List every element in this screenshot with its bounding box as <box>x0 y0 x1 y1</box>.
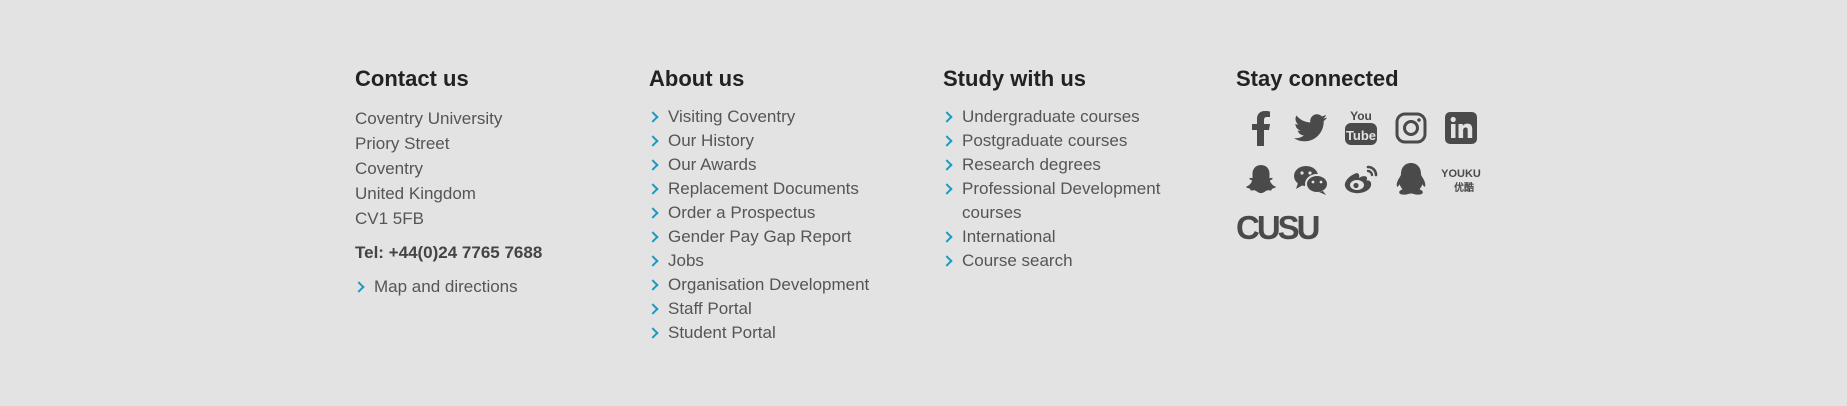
about-heading: About us <box>649 66 745 91</box>
facebook-icon[interactable] <box>1236 106 1286 150</box>
study-link-research-degrees[interactable]: Research degrees <box>941 153 1213 177</box>
chevron-right-icon <box>647 135 659 147</box>
address-line: Coventry <box>355 159 424 178</box>
address-line: Coventry University <box>355 109 503 128</box>
svg-text:Tube: Tube <box>1346 128 1376 143</box>
study-link-undergraduate[interactable]: Undergraduate courses <box>941 105 1213 129</box>
link-label[interactable]: Replacement Documents <box>668 179 859 198</box>
about-link-our-history[interactable]: Our History <box>647 129 919 153</box>
study-link-professional-development[interactable]: Professional Development courses <box>941 177 1192 225</box>
link-label[interactable]: Visiting Coventry <box>668 107 795 126</box>
about-link-jobs[interactable]: Jobs <box>647 249 919 273</box>
qq-icon[interactable] <box>1386 158 1436 202</box>
chevron-right-icon <box>941 135 953 147</box>
study-column: Study with us Undergraduate courses Post… <box>941 66 1213 273</box>
chevron-right-icon <box>647 159 659 171</box>
map-directions-link[interactable]: Map and directions <box>353 275 625 299</box>
about-link-our-awards[interactable]: Our Awards <box>647 153 919 177</box>
link-label[interactable]: Professional Development courses <box>962 179 1160 222</box>
about-link-gender-pay-gap[interactable]: Gender Pay Gap Report <box>647 225 919 249</box>
about-link-replacement-documents[interactable]: Replacement Documents <box>647 177 919 201</box>
chevron-right-icon <box>647 231 659 243</box>
link-label[interactable]: Organisation Development <box>668 275 869 294</box>
link-label[interactable]: Student Portal <box>668 323 776 342</box>
contact-column: Contact us Coventry University Priory St… <box>353 66 625 299</box>
link-label[interactable]: Jobs <box>668 251 704 270</box>
link-label[interactable]: Course search <box>962 251 1073 270</box>
about-link-staff-portal[interactable]: Staff Portal <box>647 297 919 321</box>
about-link-order-prospectus[interactable]: Order a Prospectus <box>647 201 919 225</box>
chevron-right-icon <box>941 255 953 267</box>
telephone-number: Tel: +44(0)24 7765 7688 <box>355 243 543 262</box>
site-footer: Contact us Coventry University Priory St… <box>0 0 1847 406</box>
svg-text:YOUKU: YOUKU <box>1441 168 1481 180</box>
youtube-icon[interactable]: You Tube <box>1336 106 1386 150</box>
about-link-student-portal[interactable]: Student Portal <box>647 321 919 345</box>
study-links: Undergraduate courses Postgraduate cours… <box>941 105 1213 273</box>
chevron-right-icon <box>941 183 953 195</box>
chevron-right-icon <box>941 111 953 123</box>
chevron-right-icon <box>647 207 659 219</box>
linkedin-icon[interactable] <box>1436 106 1486 150</box>
chevron-right-icon <box>647 279 659 291</box>
chevron-right-icon <box>353 281 365 293</box>
svg-text:优酷: 优酷 <box>1454 181 1474 194</box>
weibo-icon[interactable] <box>1336 158 1386 202</box>
study-link-course-search[interactable]: Course search <box>941 249 1213 273</box>
link-label[interactable]: Our Awards <box>668 155 757 174</box>
svg-text:CUSU: CUSU <box>1236 211 1319 243</box>
study-link-postgraduate[interactable]: Postgraduate courses <box>941 129 1213 153</box>
address-line: United Kingdom <box>355 184 476 203</box>
about-links: Visiting Coventry Our History Our Awards… <box>647 105 919 345</box>
chevron-right-icon <box>647 111 659 123</box>
wechat-icon[interactable] <box>1286 158 1336 202</box>
link-label[interactable]: Staff Portal <box>668 299 752 318</box>
social-heading: Stay connected <box>1236 66 1399 91</box>
social-icons-row-2: YOUKU 优酷 <box>1236 158 1496 202</box>
instagram-icon[interactable] <box>1386 106 1436 150</box>
about-link-visiting-coventry[interactable]: Visiting Coventry <box>647 105 919 129</box>
link-label[interactable]: International <box>962 227 1056 246</box>
twitter-icon[interactable] <box>1286 106 1336 150</box>
link-label[interactable]: Our History <box>668 131 754 150</box>
social-column: Stay connected You Tube YOUKU 优酷 CUSU <box>1236 66 1496 244</box>
contact-links: Map and directions <box>353 275 625 299</box>
address-line: Priory Street <box>355 134 450 153</box>
about-link-organisation-development[interactable]: Organisation Development <box>647 273 919 297</box>
address-block: Coventry University Priory Street Covent… <box>355 106 625 231</box>
chevron-right-icon <box>941 159 953 171</box>
address-line: CV1 5FB <box>355 209 424 228</box>
chevron-right-icon <box>647 327 659 339</box>
link-label[interactable]: Order a Prospectus <box>668 203 815 222</box>
chevron-right-icon <box>647 183 659 195</box>
study-heading: Study with us <box>943 66 1086 91</box>
youku-icon[interactable]: YOUKU 优酷 <box>1436 158 1486 202</box>
contact-heading: Contact us <box>355 66 469 91</box>
about-column: About us Visiting Coventry Our History O… <box>647 66 919 345</box>
link-label[interactable]: Postgraduate courses <box>962 131 1127 150</box>
link-label[interactable]: Undergraduate courses <box>962 107 1140 126</box>
svg-text:You: You <box>1350 109 1372 123</box>
chevron-right-icon <box>941 231 953 243</box>
map-directions-label[interactable]: Map and directions <box>374 277 518 296</box>
link-label[interactable]: Gender Pay Gap Report <box>668 227 851 246</box>
snapchat-icon[interactable] <box>1236 158 1286 202</box>
cusu-logo[interactable]: CUSU <box>1236 210 1330 244</box>
chevron-right-icon <box>647 255 659 267</box>
study-link-international[interactable]: International <box>941 225 1213 249</box>
link-label[interactable]: Research degrees <box>962 155 1101 174</box>
social-icons-row-1: You Tube <box>1236 106 1496 150</box>
chevron-right-icon <box>647 303 659 315</box>
